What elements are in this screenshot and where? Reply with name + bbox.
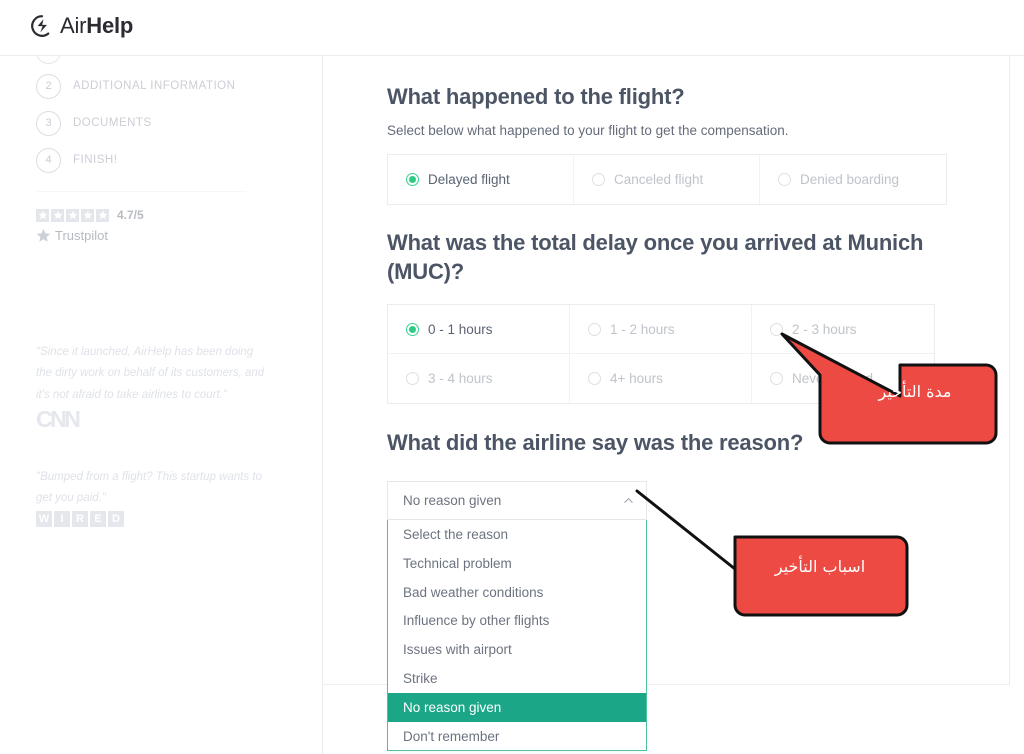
sidebar-step-finish[interactable]: 4 FINISH! bbox=[36, 146, 117, 174]
step-number: 3 bbox=[36, 110, 61, 136]
option-label: Denied boarding bbox=[799, 172, 900, 188]
dropdown-option-issues-with-airport[interactable]: Issues with airport bbox=[388, 635, 646, 664]
radio-icon-selected[interactable] bbox=[406, 173, 419, 187]
site-header: AirHelp bbox=[0, 0, 1024, 56]
step-number: 4 bbox=[36, 147, 61, 173]
step-label: ADDITIONAL INFORMATION bbox=[73, 80, 236, 92]
trustpilot-score: 4.7/5 bbox=[117, 208, 144, 222]
star-icon bbox=[36, 208, 49, 222]
option-label: Delayed flight bbox=[428, 172, 510, 188]
radio-icon[interactable] bbox=[777, 173, 791, 187]
star-icon bbox=[96, 208, 109, 222]
reason-select-input[interactable]: No reason given bbox=[387, 481, 647, 521]
radio-icon[interactable] bbox=[587, 322, 601, 336]
trustpilot-score-row: 4.7/5 bbox=[36, 208, 144, 222]
page-root: AirHelp 2 ADDITIONAL INFORMATION 3 DOCUM… bbox=[0, 0, 1024, 754]
option-label: 1 - 2 hours bbox=[609, 321, 675, 337]
airhelp-logo-text: AirHelp bbox=[60, 13, 133, 39]
flight-issue-options: Delayed flight Canceled flight Denied bo… bbox=[387, 154, 947, 206]
dropdown-option-dont-remember[interactable]: Don't remember bbox=[388, 722, 646, 751]
press-quote-cnn: "Since it launched, AirHelp has been doi… bbox=[36, 346, 265, 401]
option-label: 0 - 1 hours bbox=[428, 321, 493, 337]
chevron-up-icon[interactable] bbox=[623, 495, 634, 506]
airhelp-logo[interactable]: AirHelp bbox=[30, 13, 133, 39]
dropdown-option-bad-weather-conditions[interactable]: Bad weather conditions bbox=[388, 578, 646, 607]
step-number: 2 bbox=[36, 73, 61, 99]
dropdown-option-no-reason-given[interactable]: No reason given bbox=[388, 692, 646, 722]
dropdown-option-technical-problem[interactable]: Technical problem bbox=[388, 549, 646, 578]
step-label: DOCUMENTS bbox=[73, 117, 152, 129]
option-3-4-hours[interactable]: 3 - 4 hours bbox=[388, 354, 570, 404]
cnn-logo: CNN bbox=[36, 406, 81, 433]
callout-text: اسباب التأخير bbox=[774, 557, 866, 576]
sidebar-step-1-partial bbox=[36, 56, 61, 64]
star-icon bbox=[51, 208, 64, 222]
wired-letter: E bbox=[90, 511, 106, 527]
option-delayed-flight[interactable]: Delayed flight bbox=[388, 155, 574, 205]
logo-word-air: Air bbox=[60, 13, 87, 38]
sidebar-divider bbox=[36, 191, 246, 192]
annotation-callout-delay-duration: مدة التأخير bbox=[780, 330, 1010, 445]
option-1-2-hours[interactable]: 1 - 2 hours bbox=[569, 305, 752, 355]
reason-select-wrapper: No reason given Select the reason Techni… bbox=[387, 481, 647, 752]
section-flight-subtitle: Select below what happened to your fligh… bbox=[387, 123, 789, 139]
trustpilot-rating: 4.7/5 Trustpilot bbox=[36, 208, 144, 243]
callout-text: مدة التأخير bbox=[878, 382, 952, 401]
option-4-plus-hours[interactable]: 4+ hours bbox=[570, 354, 752, 404]
wired-letter: D bbox=[108, 511, 124, 527]
wired-logo-letters: W I R E D bbox=[36, 511, 124, 527]
star-icon bbox=[81, 208, 94, 222]
wired-letter: I bbox=[54, 511, 70, 527]
trustpilot-star-icon bbox=[36, 228, 51, 243]
option-0-1-hours[interactable]: 0 - 1 hours bbox=[388, 305, 570, 355]
trustpilot-brand: Trustpilot bbox=[36, 228, 144, 243]
step-label: FINISH! bbox=[73, 154, 118, 166]
reason-select-value: No reason given bbox=[403, 493, 502, 509]
radio-icon[interactable] bbox=[591, 173, 605, 187]
radio-icon-selected[interactable] bbox=[406, 322, 419, 336]
section-what-happened: What happened to the flight? Select belo… bbox=[387, 82, 947, 206]
cnn-logo-text: CNN bbox=[36, 406, 81, 432]
option-label: 4+ hours bbox=[609, 371, 663, 387]
sidebar-step-documents[interactable]: 3 DOCUMENTS bbox=[36, 109, 152, 137]
section-flight-title: What happened to the flight? bbox=[387, 84, 685, 109]
trustpilot-name: Trustpilot bbox=[55, 228, 108, 243]
section-delay-title: What was the total delay once you arrive… bbox=[387, 230, 924, 285]
option-canceled-flight[interactable]: Canceled flight bbox=[574, 155, 760, 205]
annotation-callout-delay-reasons: اسباب التأخير bbox=[635, 487, 920, 622]
star-rating bbox=[36, 208, 109, 222]
airhelp-logo-icon bbox=[30, 14, 54, 38]
wired-letter: W bbox=[36, 511, 52, 527]
star-icon bbox=[66, 208, 79, 222]
radio-icon[interactable] bbox=[587, 372, 601, 386]
dropdown-option-select-the-reason[interactable]: Select the reason bbox=[388, 520, 646, 549]
reason-dropdown-list[interactable]: Select the reason Technical problem Bad … bbox=[387, 520, 647, 752]
option-denied-boarding[interactable]: Denied boarding bbox=[760, 155, 946, 204]
radio-icon[interactable] bbox=[406, 372, 419, 386]
option-label: 3 - 4 hours bbox=[428, 371, 493, 387]
press-quote-wired: "Bumped from a flight? This startup want… bbox=[36, 471, 262, 505]
option-label: Canceled flight bbox=[613, 172, 704, 188]
sidebar: 2 ADDITIONAL INFORMATION 3 DOCUMENTS 4 F… bbox=[0, 56, 323, 754]
wired-logo: W I R E D bbox=[36, 511, 124, 527]
wired-letter: R bbox=[72, 511, 88, 527]
logo-word-help: Help bbox=[86, 13, 134, 38]
sidebar-step-additional-information[interactable]: 2 ADDITIONAL INFORMATION bbox=[36, 72, 235, 100]
dropdown-option-influence-by-other-flights[interactable]: Influence by other flights bbox=[388, 606, 646, 635]
dropdown-option-strike[interactable]: Strike bbox=[388, 664, 646, 693]
